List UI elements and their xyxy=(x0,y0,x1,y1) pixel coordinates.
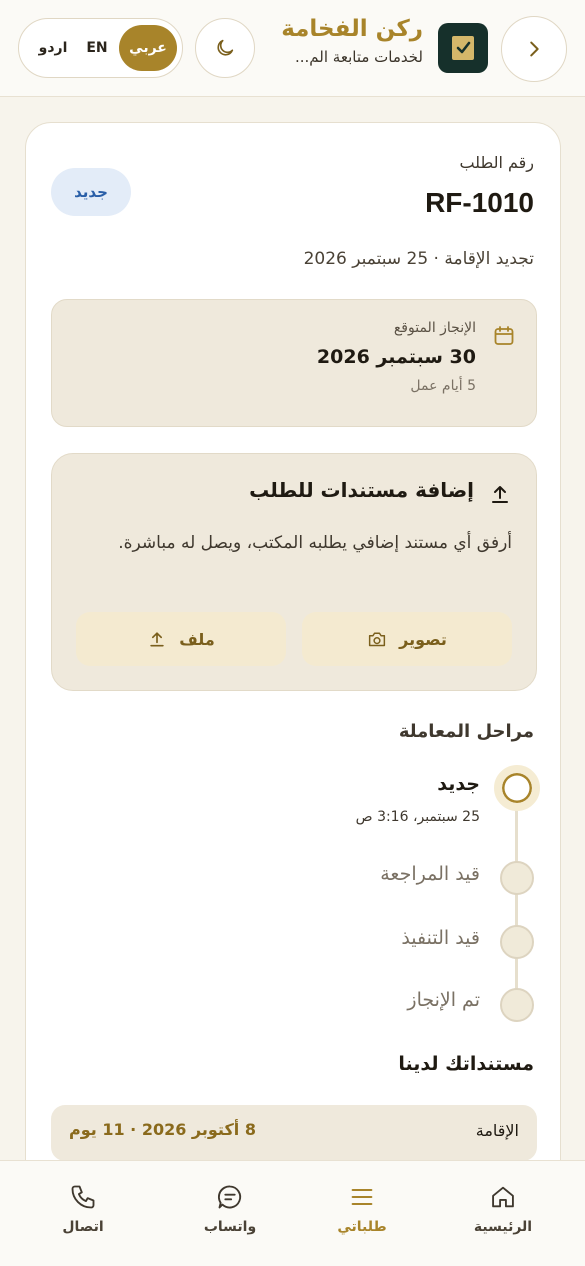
upload-icon xyxy=(492,486,508,503)
lang-option-urdu[interactable]: اردو xyxy=(31,25,75,71)
upload-icon xyxy=(150,632,164,647)
theme-toggle-button[interactable] xyxy=(195,18,255,78)
stage-dot xyxy=(500,988,534,1022)
app-logo xyxy=(438,23,488,73)
request-number-label: رقم الطلب xyxy=(459,153,534,172)
stage-time: 25 سبتمبر، 3:16 ص xyxy=(355,809,480,825)
stage-dot xyxy=(500,925,534,959)
add-documents-box: إضافة مستندات للطلب أرفق أي مستند إضافي … xyxy=(51,453,537,691)
request-meta: تجديد الإقامة · 25 سبتمبر 2026 xyxy=(303,249,534,269)
camera-icon xyxy=(369,632,386,647)
eta-days: 5 أيام عمل xyxy=(410,378,476,394)
nav-label: الرئيسية xyxy=(473,1219,533,1235)
stage-name: تم الإنجاز xyxy=(407,989,480,1011)
nav-label: واتساب xyxy=(203,1219,257,1235)
stage-dot xyxy=(500,861,534,895)
brand-subtitle: لخدمات متابعة الم... xyxy=(295,48,423,66)
document-name: الإقامة xyxy=(475,1121,519,1140)
status-badge: جديد xyxy=(51,168,131,216)
upload-file-label: ملف xyxy=(179,629,215,649)
take-photo-button[interactable]: تصوير xyxy=(302,612,512,666)
expected-completion-box: الإنجاز المتوقع 30 سبتمبر 2026 5 أيام عم… xyxy=(51,299,537,427)
stages-title: مراحل المعاملة xyxy=(398,721,534,742)
nav-item-whatsapp[interactable]: واتساب xyxy=(180,1183,280,1235)
back-button[interactable] xyxy=(501,16,567,82)
list-icon xyxy=(351,1188,373,1206)
eta-date: 30 سبتمبر 2026 xyxy=(316,346,476,368)
brand: ركن الفخامة لخدمات متابعة الم... xyxy=(281,14,423,66)
document-item[interactable]: الإقامة 8 أكتوبر 2026 · 11 يوم xyxy=(51,1105,537,1161)
phone-icon xyxy=(71,1185,95,1209)
add-documents-title: إضافة مستندات للطلب xyxy=(249,478,474,502)
stage-name: قيد المراجعة xyxy=(380,863,480,885)
moon-icon xyxy=(217,39,234,56)
request-card: رقم الطلب RF-1010 جديد تجديد الإقامة · 2… xyxy=(25,122,561,1202)
document-check-icon xyxy=(452,36,474,60)
take-photo-label: تصوير xyxy=(399,629,447,649)
lang-option-english[interactable]: EN xyxy=(75,25,119,71)
nav-label: طلباتي xyxy=(337,1219,387,1235)
home-icon xyxy=(492,1186,514,1208)
document-expiry: 8 أكتوبر 2026 · 11 يوم xyxy=(69,1120,256,1139)
calendar-icon xyxy=(494,326,514,345)
stages-timeline-line xyxy=(515,791,518,1007)
stage-name: قيد التنفيذ xyxy=(401,927,480,949)
stage-dot-current xyxy=(494,765,540,811)
add-documents-description: أرفق أي مستند إضافي يطلبه المكتب، ويصل ل… xyxy=(118,533,512,553)
bottom-navigation: اتصال واتساب طلباتي الرئيسية xyxy=(0,1160,585,1266)
nav-item-my-requests[interactable]: طلباتي xyxy=(312,1183,412,1235)
chevron-right-icon xyxy=(530,41,539,57)
nav-label: اتصال xyxy=(62,1219,104,1235)
request-number: RF-1010 xyxy=(425,187,534,218)
stage-name: جديد xyxy=(437,773,480,795)
lang-option-arabic[interactable]: عربي xyxy=(119,25,177,71)
nav-item-home[interactable]: الرئيسية xyxy=(453,1183,553,1235)
brand-title: ركن الفخامة xyxy=(281,16,423,42)
my-documents-title: مستنداتك لدينا xyxy=(398,1053,534,1075)
chat-icon xyxy=(218,1185,242,1209)
eta-label: الإنجاز المتوقع xyxy=(393,320,476,336)
nav-item-call[interactable]: اتصال xyxy=(33,1183,133,1235)
language-switcher: عربي EN اردو xyxy=(18,18,183,78)
app-header: ركن الفخامة لخدمات متابعة الم... عربي EN… xyxy=(0,0,585,97)
upload-file-button[interactable]: ملف xyxy=(76,612,286,666)
